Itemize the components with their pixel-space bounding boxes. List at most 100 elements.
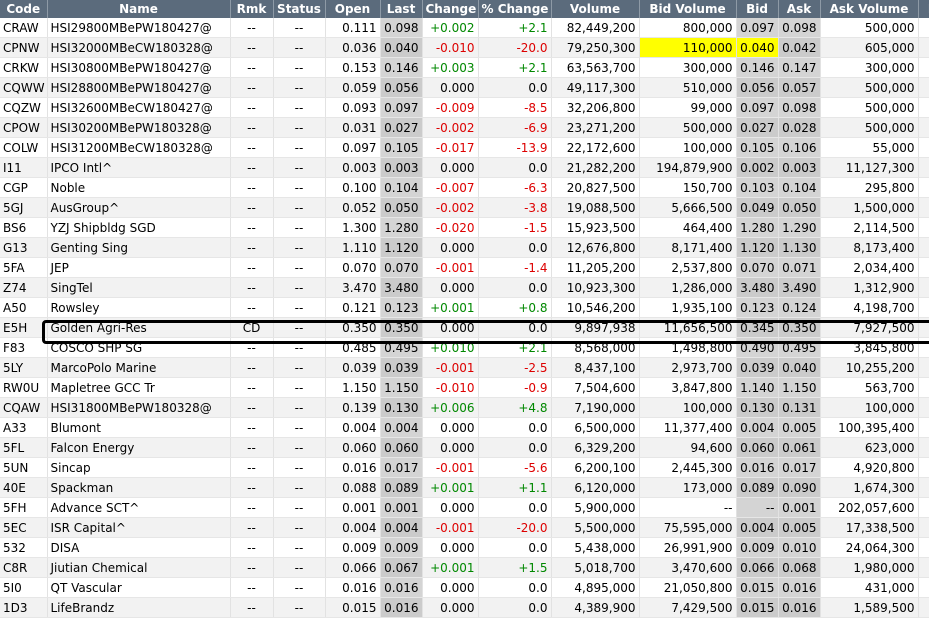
table-row[interactable]: A50 Rowsley -- -- 0.121 0.123 +0.001 +0.8 10,546… <box>0 297 929 318</box>
table-row[interactable]: 40E Spackman -- -- 0.088 0.089 +0.001 +1.1 6,120… <box>0 477 929 498</box>
cell-status: -- <box>273 417 326 438</box>
table-row[interactable]: G13 Genting Sing -- -- 1.110 1.120 0.000 0.0 12,… <box>0 237 929 258</box>
table-row[interactable]: C8R Jiutian Chemical -- -- 0.066 0.067 +0.001 +… <box>0 557 929 578</box>
cell-status: -- <box>273 97 326 118</box>
column-header-rmk[interactable]: Rmk <box>230 0 274 18</box>
table-row[interactable]: 5GJ AusGroup^ -- -- 0.052 0.050 -0.002 -3.8 19,0… <box>0 197 929 218</box>
cell-change: 0.000 <box>422 77 479 98</box>
table-row[interactable]: 5UN Sincap -- -- 0.016 0.017 -0.001 -5.6 6,200,1… <box>0 457 929 478</box>
table-row[interactable]: A33 Blumont -- -- 0.004 0.004 0.000 0.0 6,500,00… <box>0 417 929 438</box>
table-row[interactable]: CGP Noble -- -- 0.100 0.104 -0.007 -6.3 20,827,5… <box>0 177 929 198</box>
cell-ask: 0.016 <box>778 597 821 618</box>
cell-rmk: -- <box>230 577 274 598</box>
cell-volume: 4,895,000 <box>551 577 640 598</box>
cell-code: E5H <box>0 317 48 338</box>
cell-change: -0.002 <box>422 197 479 218</box>
table-row[interactable]: I11 IPCO Intl^ -- -- 0.003 0.003 0.000 0.0 21,28… <box>0 157 929 178</box>
column-header-bidvol[interactable]: Bid Volume <box>639 0 737 18</box>
cell-ask: 0.071 <box>778 257 821 278</box>
column-header-ask[interactable]: Ask <box>778 0 821 18</box>
cell-change: -0.001 <box>422 517 479 538</box>
cell-name: Jiutian Chemical <box>47 557 231 578</box>
cell-rmk: -- <box>230 77 274 98</box>
cell-change: -0.007 <box>422 177 479 198</box>
table-row[interactable]: CRAW HSI29800MBePW180427@ -- -- 0.111 0.098 +0… <box>0 18 929 38</box>
table-row[interactable]: CQZW HSI32600MBeCW180427@ -- -- 0.093 0.097 -0… <box>0 97 929 118</box>
cell-bid: 0.009 <box>736 537 779 558</box>
column-header-change[interactable]: Change <box>422 0 479 18</box>
cell-open: 1.150 <box>325 377 381 398</box>
cell-pct: 0.0 <box>478 277 552 298</box>
table-row[interactable]: F83 COSCO SHP SG -- -- 0.485 0.495 +0.010 +2.1 8… <box>0 337 929 358</box>
table-row[interactable]: 5FH Advance SCT^ -- -- 0.001 0.001 0.000 0.0 5,9… <box>0 497 929 518</box>
cell-open: 0.003 <box>325 157 381 178</box>
table-row[interactable]: E5H Golden Agri-Res CD -- 0.350 0.350 0.000 0.0… <box>0 317 929 338</box>
table-row[interactable]: 5FL Falcon Energy -- -- 0.060 0.060 0.000 0.0 6,… <box>0 437 929 458</box>
cell-change: 0.000 <box>422 577 479 598</box>
table-row[interactable]: 5EC ISR Capital^ -- -- 0.004 0.004 -0.001 -20.0… <box>0 517 929 538</box>
cell-pct: 0.0 <box>478 77 552 98</box>
cell-change: +0.001 <box>422 297 479 318</box>
cell-ask: 1.130 <box>778 237 821 258</box>
cell-bidvol: 11,656,500 <box>639 317 737 338</box>
table-row[interactable]: BS6 YZJ Shipbldg SGD -- -- 1.300 1.280 -0.020-… <box>0 217 929 238</box>
table-row[interactable]: CPOW HSI30200MBePW180328@ -- -- 0.031 0.027 -0… <box>0 117 929 138</box>
cell-volume: 7,504,600 <box>551 377 640 398</box>
cell-askvol: 500,000 <box>820 117 919 138</box>
cell-name: SingTel <box>47 277 231 298</box>
table-row[interactable]: CQAW HSI31800MBePW180328@ -- -- 0.139 0.130 +0… <box>0 397 929 418</box>
column-header-status[interactable]: Status <box>273 0 326 18</box>
cell-ask: 0.061 <box>778 437 821 458</box>
cell-askvol: 2,114,500 <box>820 217 919 238</box>
cell-name: HSI30200MBePW180328@ <box>47 117 231 138</box>
table-row[interactable]: CQWW HSI28800MBePW180427@ -- -- 0.059 0.056 0.… <box>0 77 929 98</box>
column-header-volume[interactable]: Volume <box>551 0 640 18</box>
column-header-askvol[interactable]: Ask Volume <box>820 0 919 18</box>
column-header-high[interactable]: High <box>918 0 929 18</box>
column-header-last[interactable]: Last <box>380 0 423 18</box>
cell-askvol: 202,057,600 <box>820 497 919 518</box>
table-row[interactable]: Z74 SingTel -- -- 3.470 3.480 0.000 0.0 10,923,3… <box>0 277 929 298</box>
column-header-name[interactable]: Name <box>47 0 231 18</box>
cell-bid: 0.016 <box>736 457 779 478</box>
cell-pct: -5.6 <box>478 457 552 478</box>
cell-status: -- <box>273 457 326 478</box>
cell-open: 0.093 <box>325 97 381 118</box>
cell-change: +0.001 <box>422 477 479 498</box>
cell-status: -- <box>273 537 326 558</box>
cell-bid: 0.066 <box>736 557 779 578</box>
cell-code: CRAW <box>0 18 48 38</box>
column-header-open[interactable]: Open <box>325 0 381 18</box>
column-header-code[interactable]: Code <box>0 0 48 18</box>
cell-ask: 0.010 <box>778 537 821 558</box>
table-row[interactable]: 1D3 LifeBrandz -- -- 0.015 0.016 0.000 0.0 4,389… <box>0 597 929 618</box>
cell-name: Golden Agri-Res <box>47 317 231 338</box>
table-row[interactable]: CPNW HSI32000MBeCW180328@ -- -- 0.036 0.040 -0… <box>0 37 929 58</box>
table-row[interactable]: 5LY MarcoPolo Marine -- -- 0.039 0.039 -0.001-… <box>0 357 929 378</box>
cell-rmk: -- <box>230 457 274 478</box>
cell-open: 0.004 <box>325 417 381 438</box>
cell-ask: 0.495 <box>778 337 821 358</box>
cell-high: 0.004 <box>918 157 929 178</box>
cell-ask: 0.017 <box>778 457 821 478</box>
cell-bid: 0.040 <box>736 37 779 58</box>
cell-code: 5GJ <box>0 197 48 218</box>
table-row[interactable]: 5I0 QT Vascular -- -- 0.016 0.016 0.000 0.0 4,89… <box>0 577 929 598</box>
column-header-bid[interactable]: Bid <box>736 0 779 18</box>
cell-pct: +2.1 <box>478 337 552 358</box>
cell-pct: -6.3 <box>478 177 552 198</box>
cell-ask: 0.028 <box>778 117 821 138</box>
cell-volume: 82,449,200 <box>551 18 640 38</box>
table-row[interactable]: RW0U Mapletree GCC Tr -- -- 1.150 1.150 -0.010… <box>0 377 929 398</box>
table-row[interactable]: COLW HSI31200MBeCW180328@ -- -- 0.097 0.105 -0… <box>0 137 929 158</box>
cell-name: AusGroup^ <box>47 197 231 218</box>
column-header-pct[interactable]: % Change <box>478 0 552 18</box>
cell-open: 0.139 <box>325 397 381 418</box>
table-row[interactable]: 532 DISA -- -- 0.009 0.009 0.000 0.0 5,438,000 26… <box>0 537 929 558</box>
table-row[interactable]: CRKW HSI30800MBePW180427@ -- -- 0.153 0.146 +0… <box>0 57 929 78</box>
cell-askvol: 4,920,800 <box>820 457 919 478</box>
table-row[interactable]: 5FA JEP -- -- 0.070 0.070 -0.001 -1.4 11,205,200… <box>0 257 929 278</box>
cell-last: 0.027 <box>380 117 423 138</box>
cell-status: -- <box>273 277 326 298</box>
cell-pct: -1.5 <box>478 217 552 238</box>
